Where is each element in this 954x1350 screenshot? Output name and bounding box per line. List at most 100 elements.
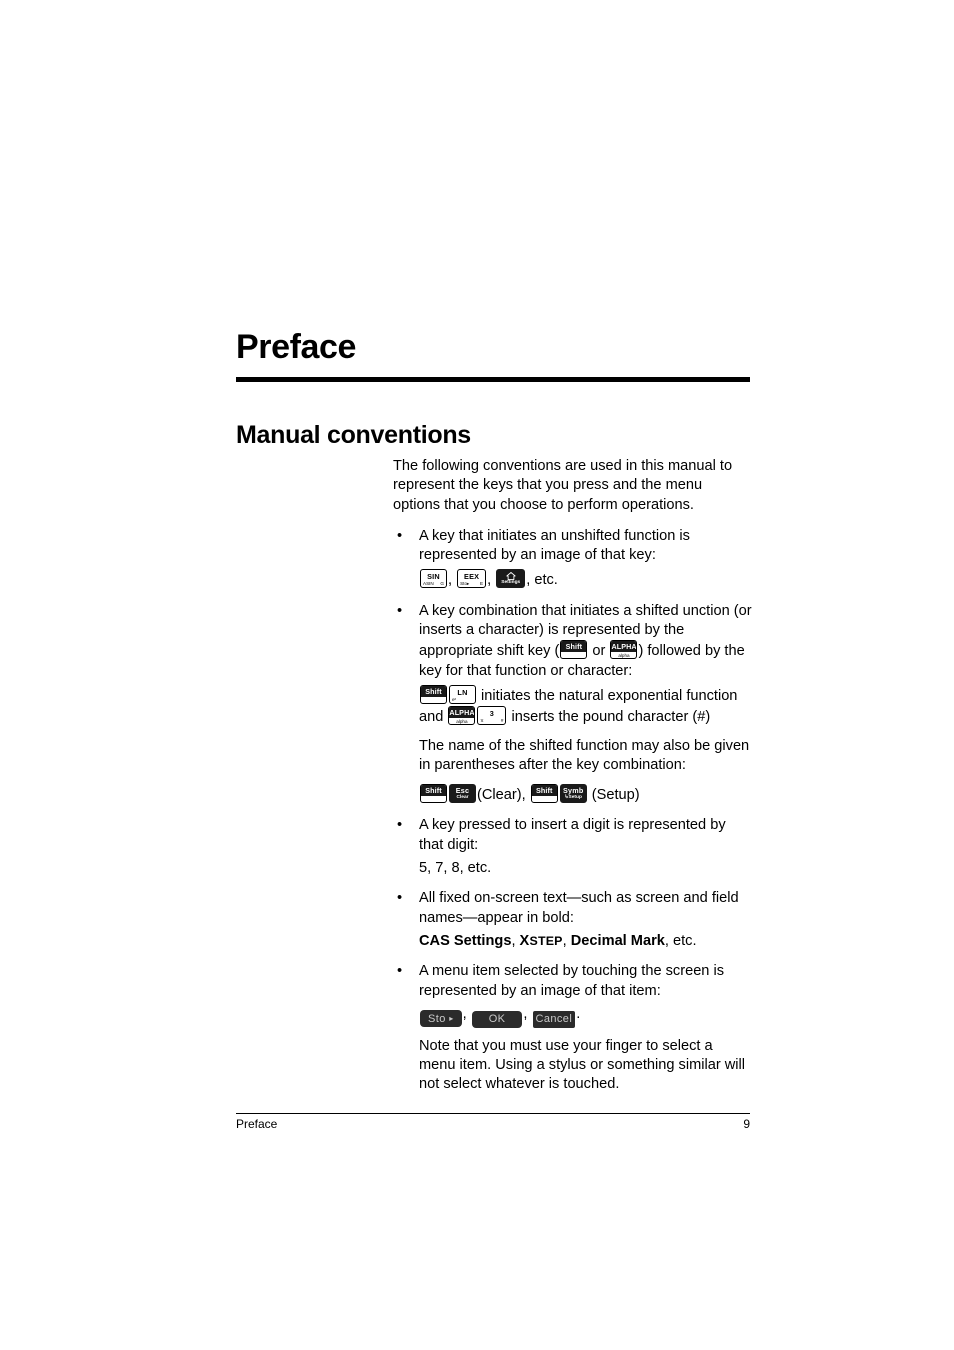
key-alpha-inline: ALPHA alpha (610, 640, 638, 660)
key-sin-sub-left: ASIN (423, 581, 434, 587)
menu-button-ok: OK (471, 1010, 523, 1028)
parenthetical-paragraph: The name of the shifted function may als… (419, 737, 750, 773)
key-eex-label: EEX (464, 572, 480, 582)
key-shift-label: Shift (531, 785, 557, 797)
chapter-title-rule (236, 377, 750, 382)
key-shift-label: Shift (421, 685, 446, 697)
note-paragraph: Note that you must use your finger to se… (419, 1037, 746, 1093)
key-separator-1: , (448, 572, 457, 589)
key-shift-label: Shift (561, 641, 587, 653)
key-eex-sub-right: E (480, 581, 484, 587)
bold-example-sep-1: , (511, 932, 520, 949)
key-symb: Symb ↳Setup (559, 784, 587, 804)
key-symb-label: Symb (563, 786, 584, 796)
shifted-example-text2: inserts the pound character (#) (507, 709, 711, 726)
key-shift-underbar (561, 652, 586, 658)
bullet-item-digit-key: • A key pressed to insert a digit is rep… (393, 816, 753, 855)
menu-button-cancel: Cancel (532, 1010, 576, 1028)
bullet-item-shifted-key: • A key combination that initiates a shi… (393, 602, 753, 681)
shifted-example-prefix: and (419, 709, 448, 726)
key-eex: EEX Sto▸ E (457, 569, 487, 589)
key-esc-sub: Clear (456, 795, 469, 801)
key-alpha-label: ALPHA (449, 707, 475, 719)
key-shift-setup: Shift (530, 784, 558, 804)
menu-button-sto: Sto ▸ (420, 1009, 462, 1027)
bold-example-decimal-mark: Decimal Mark (570, 932, 665, 949)
key-three-sub-right: # (500, 718, 504, 724)
bold-example-xstep-first: X (519, 932, 530, 949)
key-ln-label: LN (457, 687, 468, 697)
chapter-title: Preface (236, 328, 357, 366)
bullet-marker: • (397, 963, 403, 980)
key-alpha-sub: alpha (456, 719, 468, 725)
bullet-item-bold-text: • All fixed on-screen text—such as scree… (393, 889, 753, 928)
key-sin-sublabels: ASIN G (421, 581, 446, 587)
key-sin: SIN ASIN G (420, 569, 447, 589)
section-title: Manual conventions (236, 421, 471, 449)
key-separator-2: , (487, 572, 496, 589)
bullet-marker: • (397, 817, 403, 834)
menu-sep-2: , (523, 1005, 532, 1022)
key-esc-label: Esc (455, 786, 470, 796)
bullet-text: All fixed on-screen text—such as screen … (419, 890, 739, 926)
bullet-text-or: or (588, 643, 610, 660)
key-shift-label: Shift (421, 785, 446, 797)
bold-example-row: CAS Settings, XSTEP, Decimal Mark, etc. (393, 932, 753, 951)
menu-button-sto-label: Sto (428, 1012, 446, 1025)
key-esc: Esc Clear (449, 784, 476, 804)
bold-example-cas-settings: CAS Settings (419, 932, 512, 949)
bullet-text: A menu item selected by touching the scr… (419, 963, 725, 999)
menu-button-cancel-label: Cancel (535, 1012, 573, 1025)
bold-example-xstep: XSTEP (519, 932, 563, 949)
menu-button-example-row: Sto ▸, OK, Cancel. (393, 1005, 753, 1028)
bullet1-etc: , etc. (526, 572, 558, 589)
bold-example-sep-2: , (562, 932, 571, 949)
body-column: The following conventions are used in th… (393, 457, 753, 1104)
key-shift-clear: Shift (420, 784, 447, 804)
key-settings: Settings (496, 569, 526, 589)
setup-label: (Setup) (591, 787, 640, 804)
key-example-row-unshifted: SIN ASIN G , EEX Sto▸ E , Settings , etc… (393, 569, 753, 590)
bullet-marker: • (397, 890, 403, 907)
key-shift-underbar (421, 796, 446, 802)
digit-example: 5, 7, 8, etc. (419, 860, 492, 877)
bullet-item-unshifted-key: • A key that initiates an unshifted func… (393, 527, 753, 566)
footer-page-number: 9 (743, 1117, 750, 1131)
bold-example-etc: , etc. (664, 932, 697, 949)
document-page: Preface Manual conventions The following… (0, 0, 954, 1350)
key-shift-example1: Shift (420, 684, 447, 704)
footer-rule (236, 1113, 750, 1114)
key-ln-sub-left: eˣ (452, 696, 457, 702)
shifted-example-line2: and ALPHA alpha 3 π # inserts the pound … (419, 706, 753, 727)
key-eex-sub-left: Sto▸ (460, 581, 470, 587)
menu-sep-1: , (462, 1005, 471, 1022)
key-ln-sublabels: eˣ (450, 697, 475, 703)
key-ln: LN eˣ (449, 684, 476, 704)
parenthetical-example-row: Shift Esc Clear (Clear), Shift Symb ↳Set… (393, 784, 753, 805)
shifted-example-text1: initiates the natural exponential functi… (477, 687, 738, 704)
menu-button-sto-arrow-icon: ▸ (449, 1013, 454, 1023)
key-three-sub-left: π (480, 718, 484, 724)
bullet-marker: • (397, 602, 403, 619)
key-sin-sub-right: G (440, 581, 444, 587)
menu-button-ok-label: OK (488, 1012, 506, 1025)
key-eex-sublabels: Sto▸ E (458, 581, 485, 587)
key-symb-sub: ↳Setup (564, 795, 582, 801)
key-alpha-sub: alpha (618, 653, 630, 659)
key-shift-inline: Shift (560, 640, 588, 660)
bullet-text: A key that initiates an unshifted functi… (419, 527, 690, 564)
menu-period: . (576, 1005, 581, 1022)
key-sin-label: SIN (427, 572, 440, 582)
key-three: 3 π # (477, 706, 507, 726)
key-shift-underbar (532, 796, 557, 802)
bullet-marker: • (397, 527, 403, 544)
key-three-label: 3 (489, 709, 495, 719)
key-shift-underbar (421, 697, 446, 703)
clear-label: (Clear), (477, 787, 526, 804)
key-alpha-example: ALPHA alpha (448, 706, 476, 726)
bullet-item-menu-item: • A menu item selected by touching the s… (393, 962, 753, 1001)
key-three-sublabels: π # (478, 718, 505, 724)
bold-example-xstep-rest: STEP (529, 933, 563, 948)
bullet-text: A key pressed to insert a digit is repre… (419, 817, 726, 853)
shifted-example-line1: Shift LN eˣ initiates the natural expone… (419, 684, 753, 706)
